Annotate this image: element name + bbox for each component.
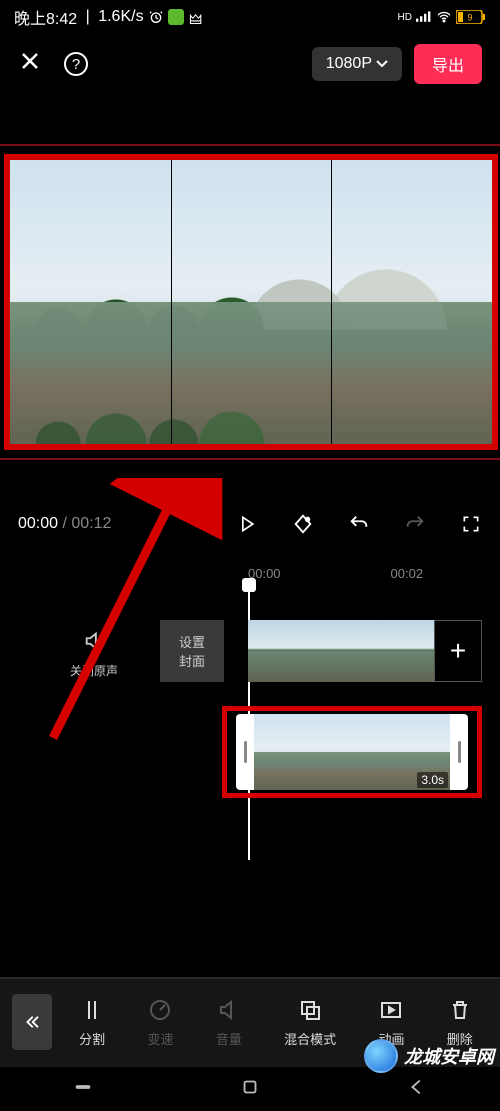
resolution-button[interactable]: 1080P — [312, 47, 402, 81]
grid-line-icon — [331, 160, 332, 444]
help-button[interactable]: ? — [64, 52, 88, 76]
watermark-text: 龙城安卓网 — [404, 1043, 494, 1069]
fullscreen-button[interactable] — [460, 513, 482, 535]
tool-speed[interactable]: 变速 — [147, 997, 173, 1048]
mute-label: 关闭原声 — [70, 664, 118, 678]
animation-icon — [378, 997, 404, 1023]
app-badge2-icon: 🜲 — [188, 9, 204, 25]
grid-line-icon — [171, 160, 172, 444]
play-button[interactable] — [236, 513, 258, 535]
speed-icon — [147, 997, 173, 1023]
tool-split[interactable]: 分割 — [79, 997, 105, 1048]
selected-clip[interactable]: 3.0s — [236, 714, 468, 790]
nav-recent-button[interactable] — [72, 1076, 94, 1103]
undo-button[interactable] — [348, 513, 370, 535]
status-left: 晚上8:42 | 1.6K/s 🜲 — [14, 5, 204, 29]
clip-handle-left[interactable] — [236, 714, 254, 790]
clip-duration: 3.0s — [417, 772, 448, 788]
delete-icon — [447, 997, 473, 1023]
close-button[interactable] — [18, 49, 42, 80]
volume-icon — [216, 997, 242, 1023]
app-badge-icon — [168, 9, 184, 25]
signal-icon — [416, 9, 432, 25]
watermark: 龙城安卓网 — [364, 1039, 494, 1073]
nav-back-button[interactable] — [406, 1076, 428, 1103]
status-sep: | — [81, 8, 94, 26]
keyframe-button[interactable] — [292, 513, 314, 535]
nav-home-button[interactable] — [239, 1076, 261, 1103]
resolution-label: 1080P — [326, 55, 372, 73]
timeline[interactable]: 00:00 00:02 关闭原声 设置 封面 + — [0, 560, 500, 860]
time-duration: 00:12 — [71, 515, 111, 532]
clip-thumbs: 3.0s — [254, 714, 450, 790]
collapse-button[interactable] — [12, 994, 52, 1050]
chevron-down-icon — [376, 60, 388, 68]
time-current: 00:00 — [18, 515, 58, 532]
battery-icon: 9 — [456, 9, 486, 25]
svg-text:9: 9 — [467, 13, 472, 23]
export-label: 导出 — [432, 58, 464, 75]
clip-handle-right[interactable] — [450, 714, 468, 790]
split-icon — [79, 997, 105, 1023]
add-clip-button[interactable]: + — [434, 620, 482, 682]
alarm-icon — [148, 9, 164, 25]
main-track: 关闭原声 设置 封面 + — [0, 620, 500, 688]
ruler-tick: 00:02 — [391, 566, 424, 581]
status-bar: 晚上8:42 | 1.6K/s 🜲 HD 9 — [0, 0, 500, 34]
top-bar: ? 1080P 导出 — [0, 34, 500, 94]
mute-button[interactable]: 关闭原声 — [54, 630, 134, 679]
watermark-logo-icon — [364, 1039, 398, 1073]
status-right: HD 9 — [398, 9, 486, 25]
status-time: 晚上8:42 — [14, 5, 77, 29]
tool-volume[interactable]: 音量 — [216, 997, 242, 1048]
preview-image — [10, 160, 492, 444]
hd-icon: HD — [398, 12, 412, 23]
tool-blend[interactable]: 混合模式 — [284, 997, 336, 1048]
playback-bar: 00:00 / 00:12 — [0, 498, 500, 550]
selected-clip-row: 3.0s — [0, 706, 500, 802]
set-cover-button[interactable]: 设置 封面 — [160, 620, 224, 682]
preview-frame[interactable] — [4, 154, 498, 450]
preview-container — [0, 144, 500, 460]
redo-button[interactable] — [404, 513, 426, 535]
system-nav-bar — [0, 1067, 500, 1111]
export-button[interactable]: 导出 — [414, 44, 482, 84]
wifi-icon — [436, 9, 452, 25]
status-speed: 1.6K/s — [98, 8, 143, 26]
time-display: 00:00 / 00:12 — [18, 515, 111, 533]
blend-icon — [297, 997, 323, 1023]
speaker-icon — [54, 630, 134, 658]
